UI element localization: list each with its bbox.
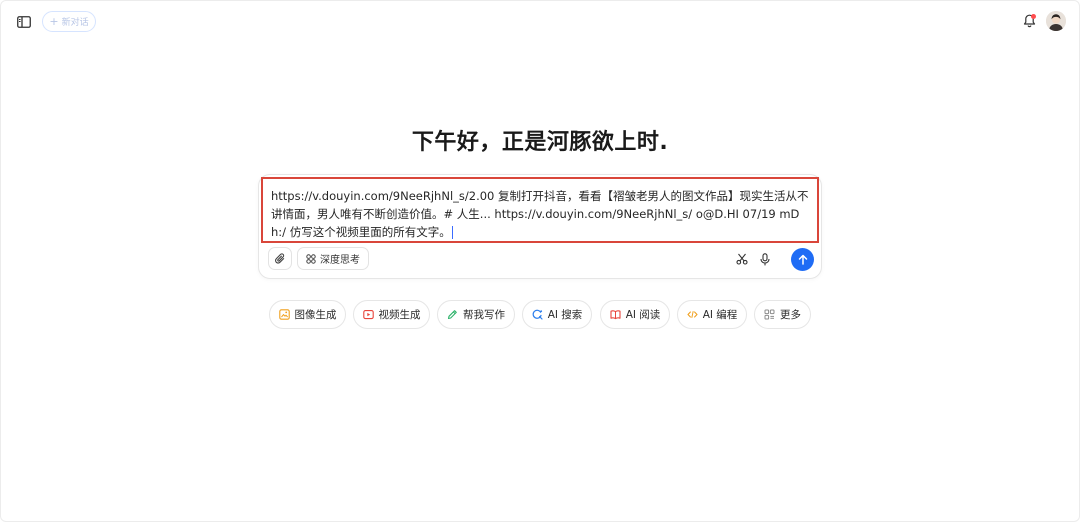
user-avatar[interactable]: [1046, 11, 1066, 31]
ai-search-chip[interactable]: AI 搜索: [522, 300, 592, 329]
prompt-text: https://v.douyin.com/9NeeRjhNl_s/2.00 复制…: [271, 189, 809, 239]
ai-read-label: AI 阅读: [625, 309, 661, 321]
image-gen-label: 图像生成: [294, 309, 337, 321]
image-gen-chip[interactable]: 图像生成: [269, 300, 346, 329]
voice-input-button[interactable]: [757, 250, 773, 268]
send-button[interactable]: [791, 248, 814, 271]
book-icon: [610, 310, 621, 320]
code-icon: [687, 311, 698, 318]
ai-read-chip[interactable]: AI 阅读: [600, 300, 670, 329]
more-label: 更多: [780, 309, 801, 321]
grid-icon: [764, 309, 775, 320]
attach-button[interactable]: [268, 247, 292, 270]
more-chip[interactable]: 更多: [754, 300, 811, 329]
new-chat-label: 新对话: [61, 18, 89, 28]
video-gen-icon: [362, 310, 374, 320]
microphone-icon: [760, 252, 770, 265]
search-icon: [532, 309, 543, 320]
deep-think-label: 深度思考: [320, 255, 360, 266]
plus-icon: +: [49, 15, 59, 28]
ai-search-label: AI 搜索: [547, 309, 583, 321]
sidebar-icon: [17, 16, 31, 28]
video-gen-label: 视频生成: [378, 309, 421, 321]
ai-code-label: AI 编程: [702, 309, 738, 321]
greeting-title: 下午好，正是河豚欲上时.: [411, 130, 669, 155]
clip-button[interactable]: [734, 250, 750, 268]
scissors-icon: [736, 253, 748, 265]
sidebar-toggle-button[interactable]: [15, 13, 33, 31]
ai-code-chip[interactable]: AI 编程: [677, 300, 747, 329]
notification-badge: [1031, 14, 1036, 19]
writing-label: 帮我写作: [463, 309, 505, 321]
text-caret: [451, 226, 453, 239]
video-gen-chip[interactable]: 视频生成: [353, 300, 430, 329]
arrow-up-icon: [798, 254, 807, 265]
deep-think-button[interactable]: 深度思考: [297, 247, 369, 270]
writing-chip[interactable]: 帮我写作: [437, 300, 515, 329]
new-chat-button[interactable]: + 新对话: [42, 11, 96, 32]
image-gen-icon: [278, 309, 290, 320]
deep-think-icon: [306, 253, 316, 264]
notification-button[interactable]: [1020, 12, 1038, 30]
pen-icon: [447, 310, 457, 320]
prompt-input[interactable]: https://v.douyin.com/9NeeRjhNl_s/2.00 复制…: [261, 177, 819, 243]
paperclip-icon: [274, 252, 284, 264]
avatar-icon: [1046, 11, 1066, 31]
